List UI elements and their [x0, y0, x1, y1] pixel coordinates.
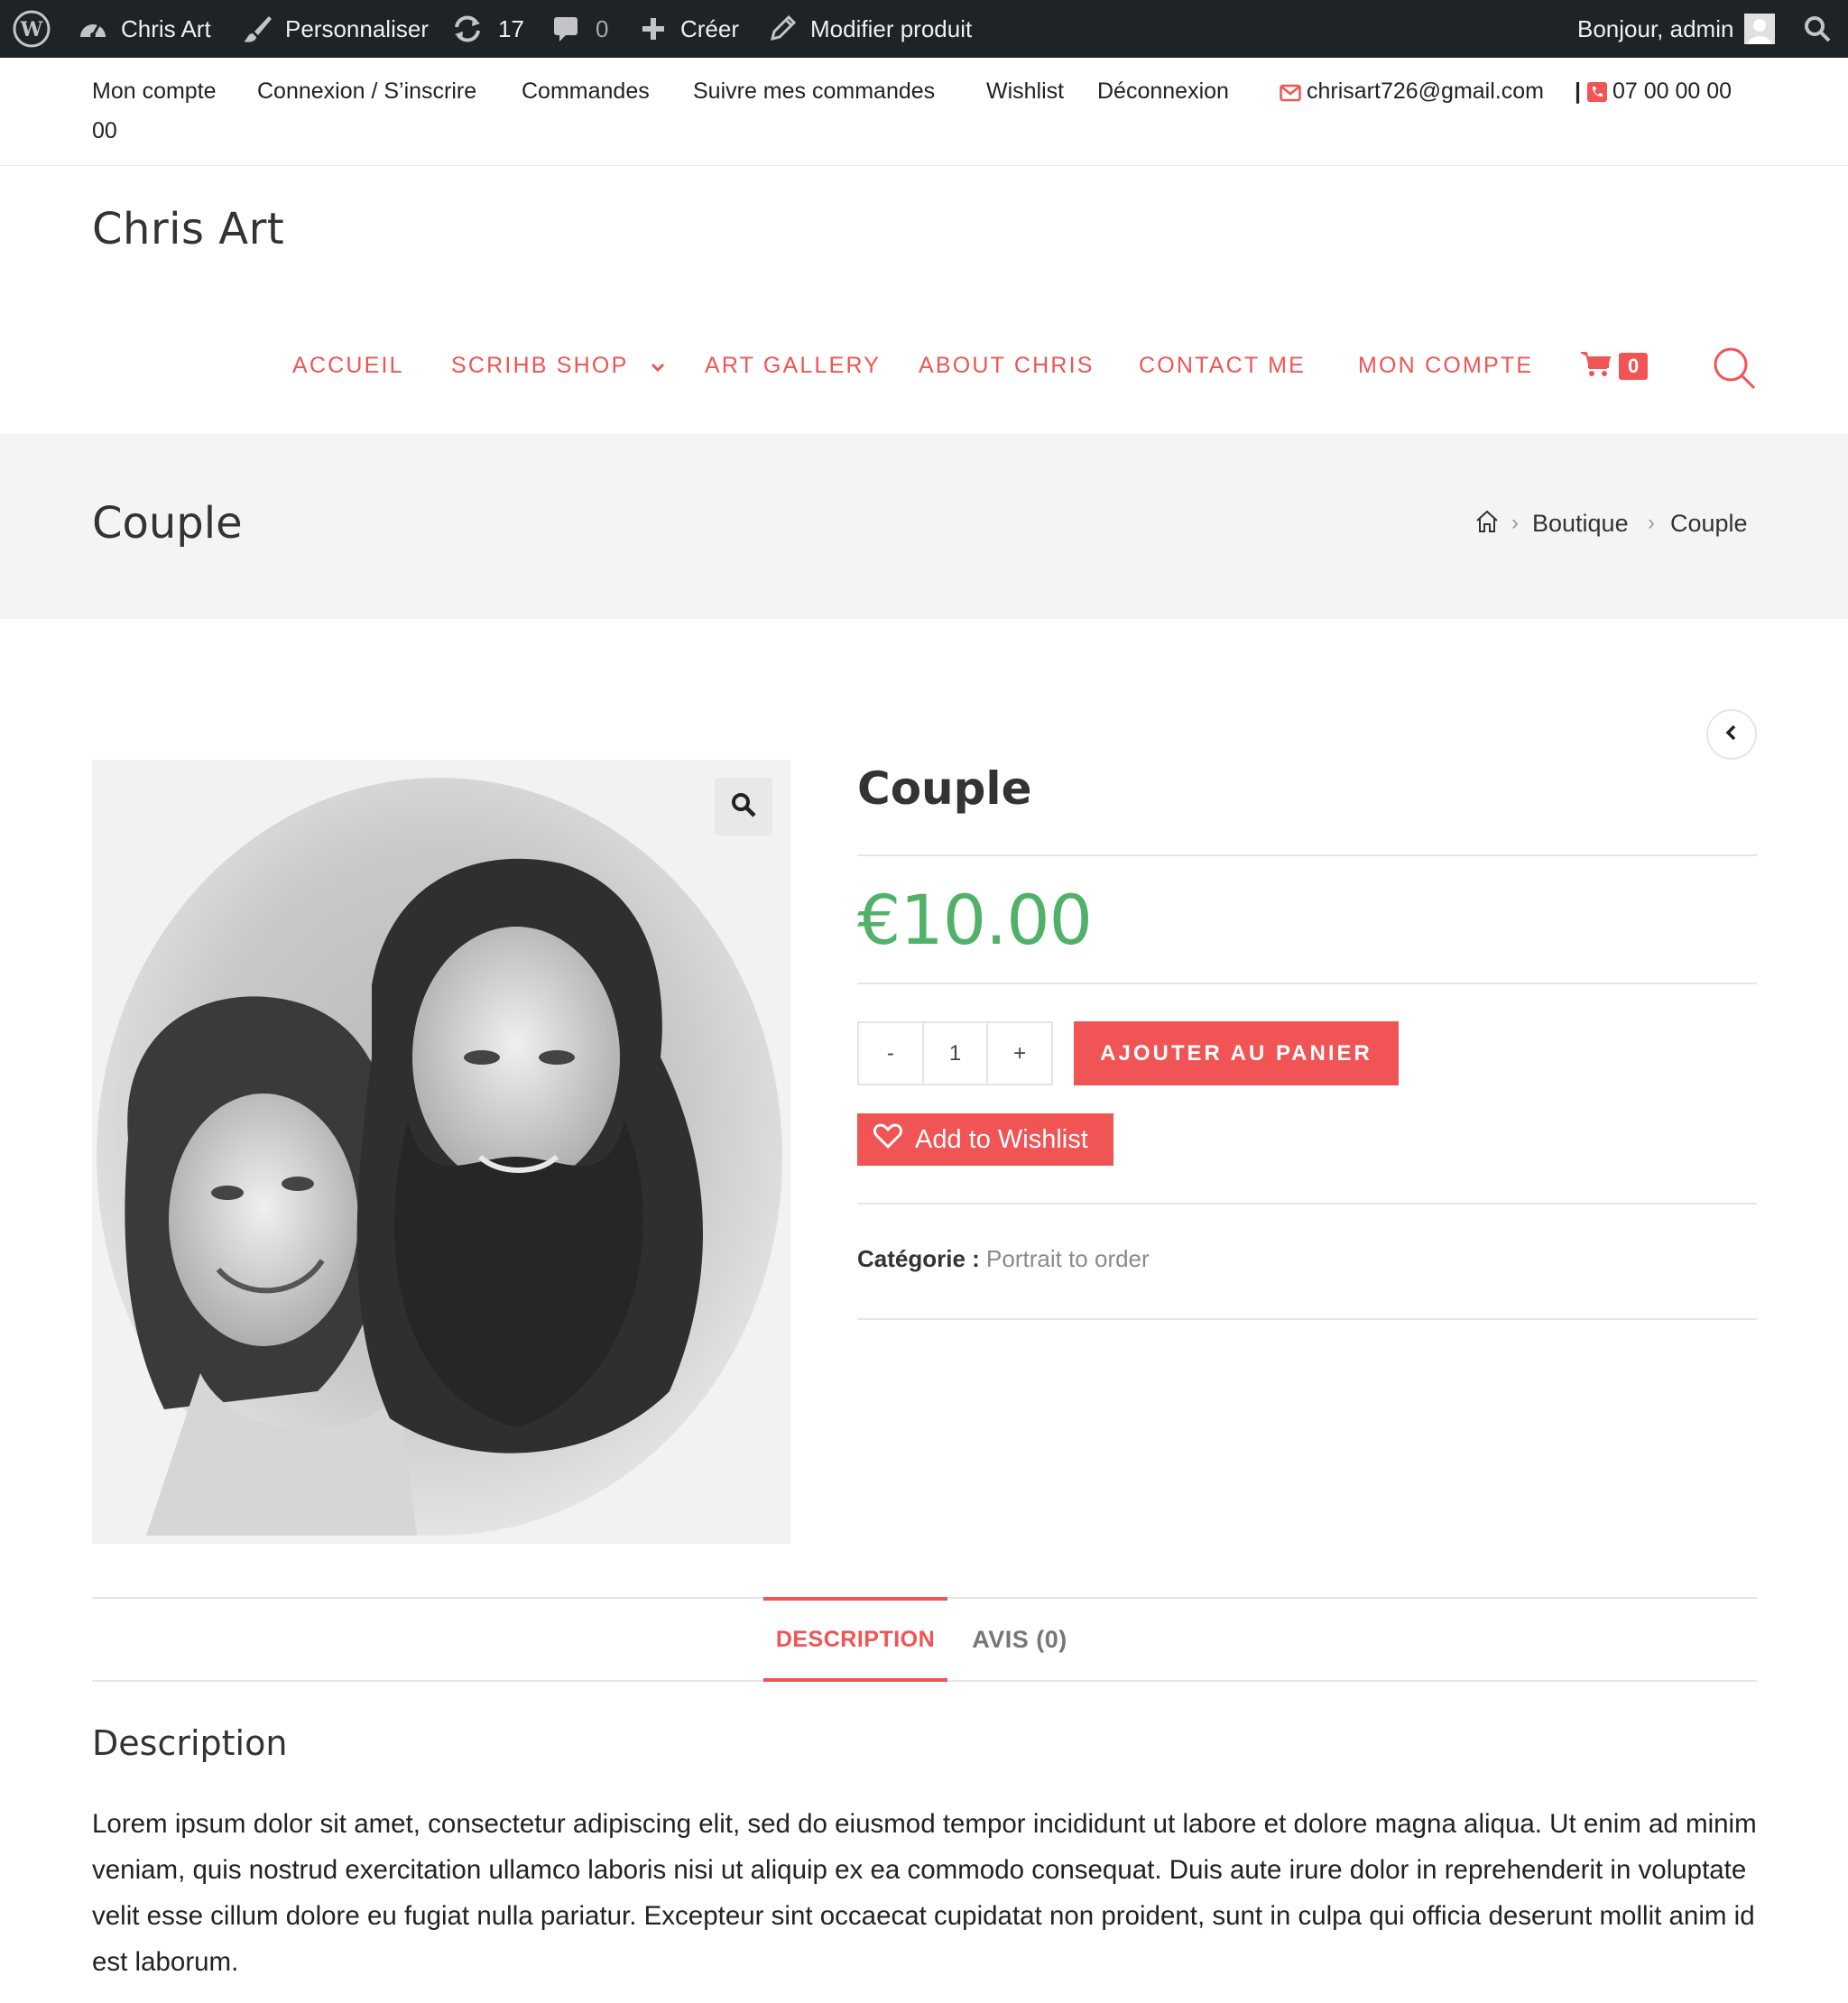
product-title: Couple	[857, 762, 1032, 815]
product-category: Catégorie : Portrait to order	[857, 1245, 1150, 1273]
my-account-admin[interactable]: Bonjour, admin	[1577, 0, 1776, 58]
nav-item-about[interactable]: ABOUT CHRIS	[919, 350, 1095, 381]
nav-item-contact[interactable]: CONTACT ME	[1139, 350, 1306, 381]
topbar-separator: |	[1575, 78, 1581, 104]
previous-product-button[interactable]	[1706, 709, 1757, 760]
breadcrumb-current: Couple	[1670, 510, 1748, 537]
topbar-phone[interactable]: 07 00 00 00	[1612, 77, 1732, 106]
quantity-plus-button[interactable]: +	[988, 1023, 1051, 1084]
topbar-link-account[interactable]: Mon compte	[92, 77, 217, 106]
edit-product-link[interactable]: Modifier produit	[769, 0, 972, 58]
topbar-link-login[interactable]: Connexion / S’inscrire	[257, 77, 476, 106]
topbar-link-track-orders[interactable]: Suivre mes commandes	[693, 77, 935, 106]
description-text: Lorem ipsum dolor sit amet, consectetur …	[92, 1809, 1757, 1977]
edit-product-label: Modifier produit	[810, 14, 973, 42]
category-label: Catégorie :	[857, 1245, 980, 1272]
search-icon[interactable]	[1803, 0, 1832, 58]
nav-item-shop[interactable]: SCRIHB SHOP	[451, 350, 665, 382]
breadcrumb-shop[interactable]: Boutique	[1532, 510, 1629, 538]
phone-icon	[1587, 80, 1607, 109]
divider	[857, 854, 1757, 856]
quantity-minus-button[interactable]: -	[859, 1023, 922, 1084]
wishlist-label: Add to Wishlist	[915, 1124, 1088, 1154]
updates-link[interactable]: 17	[451, 0, 524, 58]
chevron-left-icon	[1724, 724, 1739, 746]
product-price: €10.00	[857, 880, 1093, 960]
cart-count-badge: 0	[1619, 352, 1649, 380]
add-to-cart-button[interactable]: AJOUTER AU PANIER	[1074, 1021, 1399, 1085]
topbar-phone-continued: 00	[92, 118, 117, 143]
breadcrumb-separator: ›	[1511, 511, 1519, 535]
quantity-input[interactable]: 1	[921, 1023, 989, 1084]
comments-count: 0	[596, 14, 609, 42]
home-icon[interactable]	[1474, 509, 1500, 540]
nav-item-account[interactable]: MON COMPTE	[1358, 350, 1533, 381]
quantity-stepper[interactable]: - 1 +	[857, 1021, 1053, 1085]
avatar-icon	[1744, 14, 1776, 44]
plus-icon	[641, 16, 666, 42]
product-image[interactable]	[92, 760, 790, 1544]
zoom-icon	[730, 791, 757, 823]
header-search-icon[interactable]	[1711, 345, 1758, 396]
topbar-email[interactable]: chrisart726@gmail.com	[1307, 77, 1544, 106]
nav-item-home[interactable]: ACCUEIL	[292, 350, 404, 381]
chevron-down-icon	[651, 351, 665, 382]
svg-text:W: W	[20, 18, 43, 42]
site-title[interactable]: Chris Art	[92, 204, 284, 254]
cart-icon	[1581, 350, 1612, 382]
topbar-link-logout[interactable]: Déconnexion	[1097, 77, 1229, 106]
admin-greeting: Bonjour, admin	[1577, 14, 1734, 42]
topbar-link-orders[interactable]: Commandes	[522, 77, 650, 106]
divider	[857, 983, 1757, 984]
nav-item-shop-label: SCRIHB SHOP	[451, 353, 629, 378]
updates-icon	[451, 14, 484, 43]
customize-label: Personnaliser	[285, 14, 429, 42]
category-link[interactable]: Portrait to order	[986, 1245, 1150, 1272]
add-to-wishlist-button[interactable]: Add to Wishlist	[857, 1113, 1113, 1166]
brush-icon	[242, 14, 273, 44]
updates-count: 17	[498, 14, 524, 42]
envelope-icon	[1280, 80, 1301, 109]
pencil-icon	[769, 15, 796, 42]
cart-link[interactable]: 0	[1581, 350, 1649, 382]
dashboard-icon	[78, 15, 108, 42]
top-bar	[0, 58, 1848, 166]
admin-site-name: Chris Art	[121, 14, 211, 42]
new-content-label: Créer	[680, 14, 740, 42]
heart-icon	[873, 1123, 903, 1156]
nav-item-art-gallery[interactable]: ART GALLERY	[705, 350, 881, 381]
zoom-button[interactable]	[715, 778, 772, 835]
divider	[857, 1318, 1757, 1320]
comments-link[interactable]: 0	[552, 0, 608, 58]
customize-link[interactable]: Personnaliser	[242, 0, 429, 58]
description-heading: Description	[92, 1723, 288, 1763]
tab-description[interactable]: DESCRIPTION	[763, 1597, 947, 1682]
breadcrumb-separator: ›	[1648, 511, 1655, 535]
admin-bar: W Chris Art Personnaliser 17 0 Créer Mod…	[0, 0, 1848, 58]
page-title: Couple	[92, 498, 243, 549]
divider	[857, 1203, 1757, 1205]
new-content-link[interactable]: Créer	[641, 0, 739, 58]
topbar-link-wishlist[interactable]: Wishlist	[986, 77, 1064, 106]
comment-icon	[552, 14, 579, 43]
tab-reviews[interactable]: AVIS (0)	[956, 1597, 1083, 1682]
wordpress-logo-icon[interactable]: W	[13, 0, 51, 58]
admin-site-link[interactable]: Chris Art	[78, 0, 211, 58]
